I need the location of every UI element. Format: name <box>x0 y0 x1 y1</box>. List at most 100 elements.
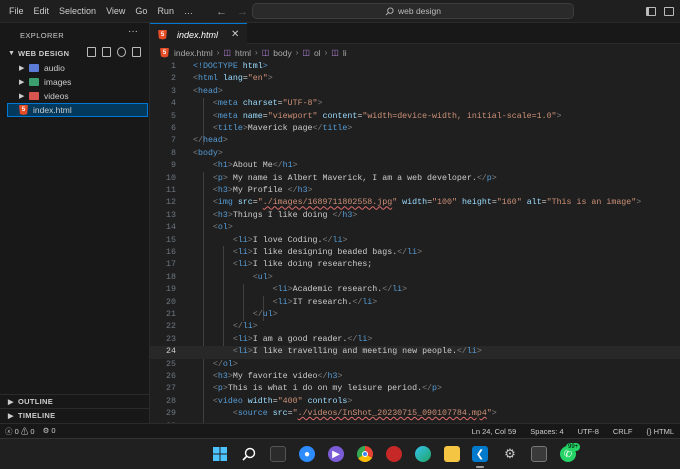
menu-item[interactable]: Selection <box>54 0 101 23</box>
code-line[interactable]: 28 <video width="400" controls> <box>150 396 680 408</box>
tab-index-html[interactable]: 5 index.html ✕ <box>150 23 247 45</box>
new-file-icon[interactable] <box>87 47 96 57</box>
collapse-all-icon[interactable] <box>132 47 141 57</box>
line-number: 16 <box>166 248 176 257</box>
back-arrow-icon[interactable]: ← <box>216 6 227 18</box>
code-line[interactable]: 13 <h3>Things I like doing </h3> <box>150 210 680 222</box>
taskbar-search-icon[interactable] <box>241 446 257 462</box>
vscode-icon[interactable]: ❮ <box>472 446 488 462</box>
tree-item-index-html[interactable]: 5 index.html <box>7 103 148 117</box>
line-number: 4 <box>171 99 176 109</box>
toggle-panel-icon[interactable] <box>664 7 674 16</box>
timeline-section[interactable]: ▶ TIMELINE <box>0 408 150 422</box>
code-line[interactable]: 12 <img src="./images/1689711802558.jpg"… <box>150 197 680 209</box>
indentation[interactable]: Spaces: 4 <box>530 427 563 436</box>
code-line[interactable]: 23 <li>I am a good reader.</li> <box>150 334 680 346</box>
workspace-header[interactable]: ▼ WEB DESIGN <box>0 45 150 61</box>
code-line[interactable]: 27 <p>This is what i do on my leisure pe… <box>150 383 680 395</box>
line-number: 28 <box>166 396 176 406</box>
workspace-actions <box>87 47 141 57</box>
ports-indicator[interactable]: ⚙ 0 <box>43 426 56 437</box>
line-number: 1 <box>171 62 176 71</box>
breadcrumb-item[interactable]: ol <box>314 48 321 58</box>
edge-icon[interactable] <box>415 446 431 462</box>
video-app-icon[interactable]: ▶ <box>328 446 344 462</box>
code-line[interactable]: 11 <h3>My Profile </h3> <box>150 185 680 197</box>
code-line[interactable]: 21 </ul> <box>150 309 680 321</box>
zoom-icon[interactable]: ● <box>299 446 315 462</box>
code-text: </head> <box>193 136 228 146</box>
line-number: 20 <box>166 297 176 307</box>
code-line[interactable]: 26 <h3>My favorite video</h3> <box>150 371 680 383</box>
code-line[interactable]: 3 <head> <box>150 86 680 98</box>
explorer-more-icon[interactable]: ··· <box>128 26 138 37</box>
code-line[interactable]: 8 <body> <box>150 148 680 160</box>
new-folder-icon[interactable] <box>102 47 111 57</box>
code-line[interactable]: 2 <html lang="en"> <box>150 73 680 85</box>
breadcrumb-item[interactable]: li <box>343 48 347 58</box>
explorer-sidebar: EXPLORER ··· ▼ WEB DESIGN ▶ audio ▶ imag… <box>0 23 150 423</box>
tree-item-audio[interactable]: ▶ audio <box>0 61 150 75</box>
code-line[interactable]: 14 <ol> <box>150 222 680 234</box>
element-symbol-icon: ◫ <box>223 48 231 57</box>
menu-item[interactable]: File <box>4 0 29 23</box>
code-editor[interactable]: 1 <!DOCTYPE html> 2 <html lang="en"> 3 <head>… <box>150 61 680 423</box>
refresh-icon[interactable] <box>117 47 126 57</box>
code-line[interactable]: 17 <li>I like doing researches; <box>150 259 680 271</box>
cursor-position[interactable]: Ln 24, Col 59 <box>472 427 517 436</box>
code-text: <img src="./images/1689711802558.jpg" wi… <box>212 198 642 208</box>
code-line[interactable]: 20 <li>IT research.</li> <box>150 297 680 309</box>
code-line[interactable]: 9 <h1>About Me</h1> <box>150 160 680 172</box>
encoding[interactable]: UTF-8 <box>578 427 599 436</box>
code-line[interactable]: 7 </head> <box>150 135 680 147</box>
line-number: 18 <box>166 272 176 282</box>
menu-item[interactable]: Go <box>130 0 152 23</box>
code-line[interactable]: 18 <ul> <box>150 272 680 284</box>
code-text: <meta name="viewport" content="width=dev… <box>212 111 562 121</box>
code-line[interactable]: 25 </ol> <box>150 359 680 371</box>
menu-item[interactable]: Edit <box>29 0 55 23</box>
problems-indicator[interactable]: ⓧ 0 ⚠ 0 <box>5 426 35 437</box>
close-icon[interactable]: ✕ <box>231 29 239 40</box>
code-line[interactable]: 29 <source src="./videos/InShot_20230715… <box>150 408 680 420</box>
code-line[interactable]: 24 <li>I like travelling and meeting new… <box>150 346 680 359</box>
language-mode[interactable]: {} HTML <box>646 427 674 436</box>
code-text: </li> <box>232 322 258 332</box>
outline-section[interactable]: ▶ OUTLINE <box>0 394 150 408</box>
store-icon[interactable] <box>531 446 547 462</box>
app-icon[interactable] <box>386 446 402 462</box>
tree-item-images[interactable]: ▶ images <box>0 75 150 89</box>
breadcrumb-item[interactable]: html <box>235 48 251 58</box>
code-line[interactable]: 10 <p> My name is Albert Maverick, I am … <box>150 173 680 185</box>
code-line[interactable]: 1 <!DOCTYPE html> <box>150 61 680 73</box>
windows-start-icon[interactable] <box>212 446 228 462</box>
code-line[interactable]: 5 <meta name="viewport" content="width=d… <box>150 111 680 123</box>
title-bar: File Edit Selection View Go Run… ← → web desi… <box>0 0 680 23</box>
code-line[interactable]: 4 <meta charset="UTF-8"> <box>150 98 680 110</box>
menu-item[interactable]: Run <box>152 0 179 23</box>
code-line[interactable]: 22 </li> <box>150 321 680 333</box>
tree-item-videos[interactable]: ▶ videos <box>0 89 150 103</box>
toggle-sidebar-icon[interactable] <box>646 7 656 16</box>
menu-item[interactable]: … <box>179 0 198 23</box>
tree-item-label: index.html <box>33 105 72 115</box>
breadcrumb-item[interactable]: body <box>273 48 291 58</box>
folder-icon[interactable] <box>444 446 460 462</box>
chrome-icon[interactable] <box>357 446 373 462</box>
breadcrumb-item[interactable]: index.html <box>174 48 213 58</box>
code-line[interactable]: 15 <li>I love Coding.</li> <box>150 235 680 247</box>
explorer-title: EXPLORER <box>20 31 65 40</box>
file-explorer-icon[interactable] <box>270 446 286 462</box>
notification-badge: 99+ <box>566 443 581 451</box>
code-line[interactable]: 16 <li>I like designing beaded bags.</li… <box>150 247 680 259</box>
code-line[interactable]: 6 <title>Maverick page</title> <box>150 123 680 135</box>
settings-icon[interactable]: ⚙ <box>502 446 518 462</box>
status-right: Ln 24, Col 59 Spaces: 4 UTF-8 CRLF {} HT… <box>472 424 674 439</box>
line-number: 25 <box>166 359 176 369</box>
html5-file-icon: 5 <box>19 105 28 115</box>
code-line[interactable]: 19 <li>Academic research.</li> <box>150 284 680 296</box>
line-ending[interactable]: CRLF <box>613 427 633 436</box>
menu-item[interactable]: View <box>101 0 130 23</box>
command-center-search[interactable]: web design <box>252 3 574 19</box>
forward-arrow-icon[interactable]: → <box>237 6 248 18</box>
